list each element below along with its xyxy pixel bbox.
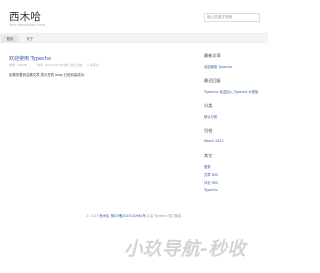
search-input[interactable]: 输入关键字搜索 (204, 13, 260, 22)
post-category[interactable]: 分类: 默认分类 (62, 63, 82, 67)
post-date: 时间: 2023-03-31 (37, 63, 63, 67)
footer-powered: 由 Typecho 强力驱动. (150, 214, 183, 218)
post-meta: 作者: 15A2B 时间: 2023-03-31 分类: 默认分类 1 条评论 (9, 63, 199, 68)
categories-heading: 分类 (204, 103, 213, 108)
main-nav: 首页 关于 (0, 33, 268, 43)
post-comments[interactable]: 1 条评论 (87, 63, 99, 67)
footer-site-link[interactable]: 西木哈 (99, 214, 109, 218)
comments-rss-link[interactable]: 评论 RSS (204, 180, 218, 185)
site-title[interactable]: 西木哈 (9, 9, 41, 24)
recent-comment-link[interactable]: Typecho: 欢迎加入 Typecho 大家族 (204, 89, 258, 94)
nav-item-home[interactable]: 首页 (1, 35, 19, 43)
site-description: Your description here. (9, 23, 46, 27)
post-author[interactable]: 作者: 15A2B (9, 63, 27, 67)
nav-item-about[interactable]: 关于 (22, 35, 38, 43)
site-footer: © 2023 西木哈. 豫ICP备2023010961号-1 由 Typecho… (0, 213, 268, 218)
login-link[interactable]: 登录 (204, 164, 211, 169)
footer-separator: . (108, 214, 110, 218)
other-heading: 其它 (204, 153, 213, 158)
posts-rss-link[interactable]: 文章 RSS (204, 172, 218, 177)
site-header: 西木哈 Your description here. 输入关键字搜索 (0, 0, 268, 34)
recent-comments-heading: 最近回复 (204, 78, 221, 83)
footer-beian-link[interactable]: 豫ICP备2023010961号-1 (111, 214, 149, 218)
watermark: 小玖导航-秒收 (124, 235, 268, 267)
recent-post-link[interactable]: 欢迎使用 Typecho (204, 64, 232, 69)
recent-posts-heading: 最新文章 (204, 53, 221, 58)
post-body: 如果您看到这篇文章,表示您的 blog 已经安装成功. (9, 73, 86, 77)
footer-copyright: © 2023 (85, 214, 99, 218)
watermark-text: 小玖导航-秒收 (124, 239, 247, 260)
archives-heading: 归档 (204, 128, 213, 133)
typecho-link[interactable]: Typecho (204, 188, 218, 192)
post-title[interactable]: 欢迎使用 Typecho (9, 55, 51, 62)
archive-link[interactable]: March 2023 (204, 139, 224, 143)
category-link[interactable]: 默认分类 (204, 114, 217, 119)
